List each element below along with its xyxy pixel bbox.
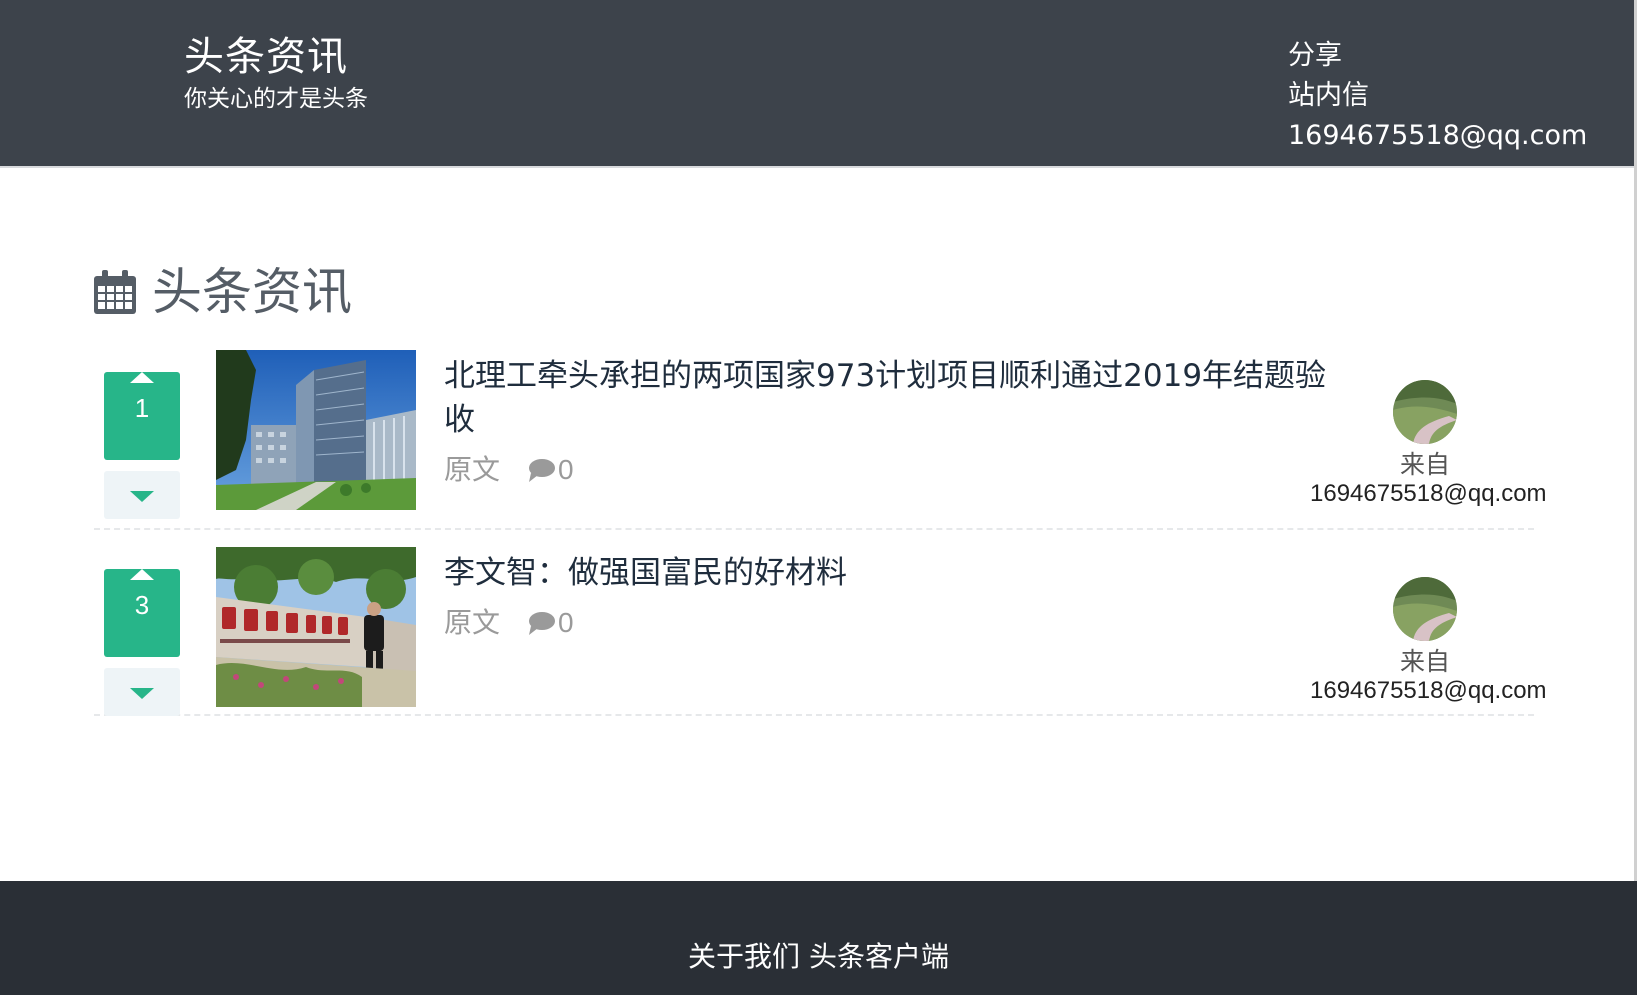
vote-widget: 1 [104,350,180,519]
comment-icon [529,612,556,635]
news-thumbnail[interactable] [216,350,416,510]
downvote-button[interactable] [104,668,180,716]
building-photo [216,350,416,510]
brand-title[interactable]: 头条资讯 [184,30,368,84]
header-nav: 分享 站内信 1694675518@qq.com [1288,36,1587,156]
comment-count: 0 [558,607,574,638]
news-body: 李文智：做强国富民的好材料 原文 0 [444,551,1344,643]
author-avatar[interactable] [1393,380,1457,444]
site-header: 头条资讯 你关心的才是头条 分享 站内信 1694675518@qq.com [0,0,1637,168]
comment-link[interactable]: 0 [526,450,574,490]
author-block: 来自 1694675518@qq.com [1310,380,1547,508]
author-email-link[interactable]: 1694675518@qq.com [1310,677,1547,705]
footer-links: 关于我们 头条客户端 [0,937,1637,977]
brand-slogan: 你关心的才是头条 [184,86,368,112]
downvote-button[interactable] [104,471,180,519]
author-from-label: 来自 [1399,450,1450,479]
news-item: 3 李文智：做强国富民的好材料 原文 0 来自 1694675518@qq.co… [94,547,1547,716]
author-avatar[interactable] [1393,577,1457,641]
comment-icon [529,459,556,482]
news-body: 北理工牵头承担的两项国家973计划项目顺利通过2019年结题验收 原文 0 [444,354,1344,490]
site-footer: 关于我们 头条客户端 [0,881,1637,995]
avatar-image [1393,577,1457,641]
news-thumbnail[interactable] [216,547,416,707]
news-meta: 原文 0 [444,450,1344,490]
vote-count: 3 [134,590,150,620]
calendar-icon [94,270,136,314]
footer-about-link[interactable]: 关于我们 [688,940,800,973]
nav-share-link[interactable]: 分享 [1288,36,1587,76]
brand[interactable]: 头条资讯 你关心的才是头条 [184,30,368,114]
author-email-link[interactable]: 1694675518@qq.com [1310,480,1547,508]
comment-link[interactable]: 0 [526,603,574,643]
upvote-button[interactable]: 1 [104,372,180,460]
news-title[interactable]: 李文智：做强国富民的好材料 [444,551,1344,595]
avatar-image [1393,380,1457,444]
news-title[interactable]: 北理工牵头承担的两项国家973计划项目顺利通过2019年结题验收 [444,354,1344,442]
source-link[interactable]: 原文 [444,603,500,643]
news-item: 1 北理工牵头承担的两项国家973计划项目顺利通过2019年结题验收 原文 0 … [94,350,1547,530]
signboard-photo [216,547,416,707]
source-link[interactable]: 原文 [444,450,500,490]
arrow-down-icon [130,491,154,502]
footer-client-link[interactable]: 头条客户端 [809,940,949,973]
upvote-button[interactable]: 3 [104,569,180,657]
nav-user-link[interactable]: 1694675518@qq.com [1288,116,1587,156]
author-from-label: 来自 [1399,647,1450,676]
comment-count: 0 [558,454,574,485]
news-meta: 原文 0 [444,603,1344,643]
arrow-up-icon [130,372,154,383]
section-title: 头条资讯 [152,263,352,321]
arrow-up-icon [130,569,154,580]
section-heading: 头条资讯 [92,262,352,322]
vote-count: 1 [134,393,150,423]
author-block: 来自 1694675518@qq.com [1310,577,1547,705]
nav-messages-link[interactable]: 站内信 [1288,76,1587,116]
arrow-down-icon [130,688,154,699]
vote-widget: 3 [104,547,180,716]
